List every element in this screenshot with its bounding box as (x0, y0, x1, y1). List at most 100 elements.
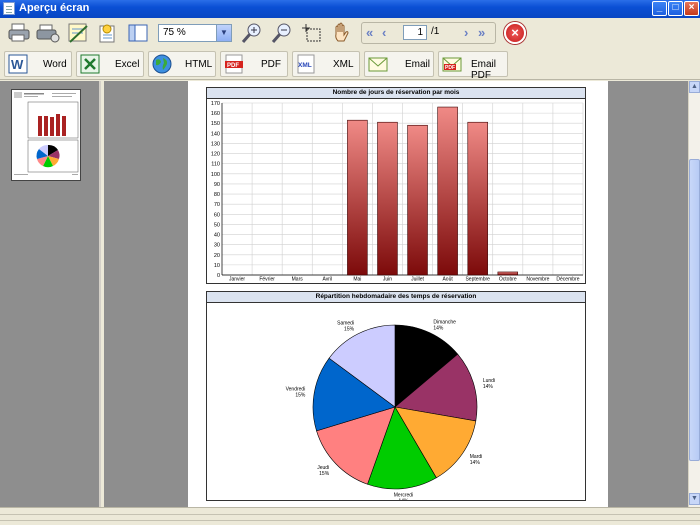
email-icon (368, 57, 388, 72)
xml-icon: XML (297, 54, 315, 74)
scroll-up-icon[interactable]: ▲ (689, 81, 700, 93)
bar-octobre (497, 271, 519, 276)
y-tick-label: 170 (211, 101, 220, 107)
report-page: Nombre de jours de réservation par mois … (188, 81, 608, 507)
export-email-label: Email (405, 59, 431, 70)
y-tick-label: 20 (214, 253, 220, 259)
app-icon (3, 2, 15, 15)
close-preview-button[interactable]: × (504, 22, 526, 44)
last-page-icon[interactable]: » (478, 25, 485, 40)
y-tick-label: 110 (211, 162, 220, 168)
x-tick-label: Juin (383, 277, 392, 283)
thumbnail-panel-icon[interactable] (126, 22, 150, 44)
minimize-button[interactable]: _ (652, 1, 667, 16)
email-pdf-icon: PDF (442, 57, 462, 72)
export-html-label: HTML (185, 59, 213, 70)
previous-page-icon[interactable]: ‹ (382, 25, 386, 40)
bar-juin (377, 121, 398, 276)
export-word-label: Word (43, 59, 67, 70)
y-tick-label: 10 (214, 263, 220, 269)
thumbnail-pane (0, 81, 101, 507)
svg-text:PDF: PDF (445, 65, 455, 71)
x-tick-label: Avril (322, 277, 332, 283)
print-setup-icon[interactable] (36, 22, 60, 44)
pie-pct-label: 14% (470, 460, 481, 466)
y-tick-label: 120 (211, 152, 220, 158)
y-tick-label: 50 (214, 222, 220, 228)
page-navigation: « ‹ 1 /1 › » (361, 22, 496, 44)
zoom-value: 75 % (163, 27, 186, 38)
pie-chart-title: Répartition hebdomadaire des temps de ré… (207, 292, 585, 303)
svg-text:XML: XML (298, 62, 312, 69)
first-page-icon[interactable]: « (366, 25, 373, 40)
page-setup-icon[interactable] (66, 22, 90, 44)
select-zoom-icon[interactable] (300, 22, 324, 44)
zoom-select[interactable]: 75 % ▼ (158, 24, 232, 42)
svg-text:W: W (11, 57, 24, 72)
main-toolbar: 75 % ▼ « ‹ 1 /1 › » × (0, 18, 700, 48)
scrollbar-thumb[interactable] (689, 159, 700, 461)
pie-pct-label: 14% (483, 384, 494, 390)
print-icon[interactable] (7, 22, 31, 44)
html-globe-icon (152, 54, 172, 74)
x-tick-label: Décembre (556, 277, 579, 283)
x-tick-label: Août (442, 277, 453, 283)
preview-viewer: Nombre de jours de réservation par mois … (104, 81, 688, 507)
status-bar (0, 507, 700, 525)
export-email-pdf-button[interactable]: PDF Email PDF (438, 51, 508, 81)
page-thumbnail[interactable] (11, 89, 81, 181)
pie-pct-label: 14% (398, 499, 409, 500)
y-tick-label: 40 (214, 233, 220, 239)
vertical-scrollbar[interactable]: ▲ ▼ (688, 81, 700, 507)
window-title: Aperçu écran (19, 2, 90, 14)
hand-pan-icon[interactable] (330, 22, 354, 44)
y-tick-label: 80 (214, 192, 220, 198)
close-button[interactable]: × (684, 1, 699, 16)
edit-icon[interactable] (96, 22, 120, 44)
export-excel-button[interactable]: Excel (76, 51, 144, 77)
y-tick-label: 30 (214, 243, 220, 249)
bar-chart: 0 10 20 30 40 50 60 70 80 90 100 110 120 130 140 150 160… (211, 101, 584, 283)
pie-pct-label: 15% (319, 471, 330, 477)
bar-août (437, 106, 458, 276)
excel-icon (80, 54, 100, 74)
export-pdf-button[interactable]: PDF PDF (220, 51, 288, 77)
y-tick-label: 140 (211, 131, 220, 137)
window-titlebar: Aperçu écran _ □ × (0, 0, 700, 18)
y-tick-label: 160 (211, 111, 220, 117)
x-tick-label: Juillet (411, 277, 424, 283)
x-tick-label: Janvier (229, 277, 245, 283)
pie-chart: Dimanche14%Lundi14%Mardi14%Mercredi14%Je… (286, 319, 495, 500)
bar-mai (347, 119, 368, 276)
export-excel-label: Excel (115, 59, 140, 70)
export-html-button[interactable]: HTML (148, 51, 216, 77)
x-tick-label: Septembre (465, 277, 490, 283)
bar-chart-title: Nombre de jours de réservation par mois (207, 88, 585, 99)
pie-pct-label: 15% (344, 327, 355, 333)
chevron-down-icon[interactable]: ▼ (216, 25, 231, 41)
maximize-button[interactable]: □ (668, 1, 683, 16)
x-tick-label: Mars (292, 277, 304, 283)
bar-chart-box: Nombre de jours de réservation par mois … (206, 87, 586, 284)
y-tick-label: 130 (211, 141, 220, 147)
x-tick-label: Novembre (526, 277, 549, 283)
next-page-icon[interactable]: › (464, 25, 468, 40)
svg-text:PDF: PDF (227, 63, 239, 69)
export-word-button[interactable]: W Word (4, 51, 72, 77)
page-total: /1 (431, 26, 440, 37)
x-tick-label: Octobre (499, 277, 517, 283)
scroll-down-icon[interactable]: ▼ (689, 493, 700, 505)
y-tick-label: 60 (214, 212, 220, 218)
pdf-icon: PDF (225, 54, 243, 74)
zoom-out-icon[interactable] (270, 22, 294, 44)
y-tick-label: 70 (214, 202, 220, 208)
x-tick-label: Février (259, 277, 275, 283)
x-tick-label: Mai (353, 277, 361, 283)
export-xml-button[interactable]: XML XML (292, 51, 360, 77)
zoom-in-icon[interactable] (240, 22, 264, 44)
current-page-input[interactable]: 1 (403, 25, 427, 40)
export-xml-label: XML (333, 59, 354, 70)
pie-pct-label: 14% (433, 325, 444, 331)
export-email-button[interactable]: Email (364, 51, 434, 77)
y-tick-label: 0 (217, 273, 220, 279)
